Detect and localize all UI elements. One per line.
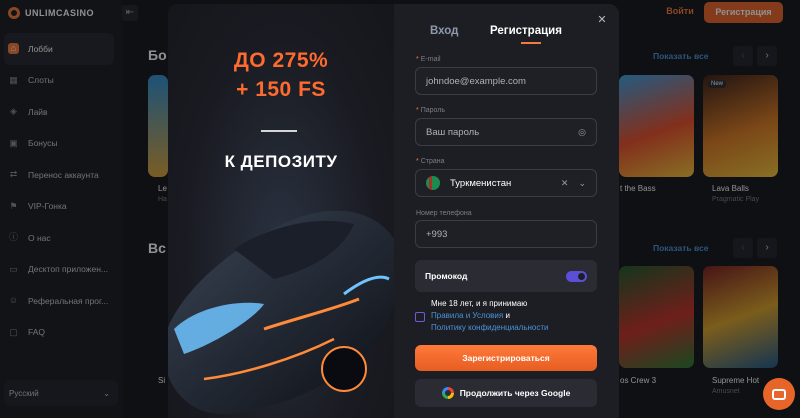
country-value: Туркменистан	[450, 177, 512, 189]
chat-support-button[interactable]	[763, 378, 795, 410]
terms-link[interactable]: Правила и Условия	[431, 311, 503, 320]
phone-label: Номер телефона	[416, 210, 472, 217]
registration-form: Вход Регистрация ✕ * E-mail johndoe@examp…	[394, 4, 619, 418]
registration-modal: ДО 275% + 150 FS К ДЕПОЗИТУ Вход Регистр…	[168, 4, 619, 418]
promo-freespins: + 150 FS	[236, 78, 326, 101]
promocode-label: Промокод	[425, 271, 468, 281]
phone-value: +993	[426, 228, 448, 240]
turkmenistan-flag-icon	[426, 176, 440, 190]
google-icon	[441, 387, 454, 399]
google-signin-button[interactable]: Продолжить через Google	[415, 379, 597, 407]
agreement-and: и	[505, 311, 510, 320]
promo-divider	[261, 130, 297, 132]
promo-deposit: К ДЕПОЗИТУ	[224, 152, 338, 171]
google-button-label: Продолжить через Google	[459, 388, 571, 398]
agreement-checkbox[interactable]	[415, 312, 425, 322]
email-field[interactable]: johndoe@example.com	[415, 67, 597, 95]
promocode-toggle[interactable]	[566, 270, 587, 282]
register-submit-button[interactable]: Зарегистрироваться	[415, 345, 597, 371]
email-placeholder: johndoe@example.com	[426, 75, 526, 87]
sports-car-image	[168, 210, 400, 415]
phone-field[interactable]: +993	[415, 220, 597, 248]
close-icon[interactable]: ✕	[596, 14, 608, 26]
promocode-row[interactable]: Промокод	[415, 260, 597, 292]
chat-icon	[772, 388, 786, 400]
promo-percent: ДО 275%	[233, 49, 329, 72]
agreement-prefix: Мне 18 лет, и я принимаю	[431, 299, 528, 308]
email-label: E-mail	[420, 56, 441, 63]
tab-register[interactable]: Регистрация	[490, 25, 562, 37]
chevron-down-icon[interactable]: ⌄	[578, 178, 586, 189]
tab-login[interactable]: Вход	[430, 25, 458, 37]
country-select[interactable]: Туркменистан ✕ ⌄	[415, 169, 597, 197]
active-tab-indicator	[521, 42, 541, 44]
promo-banner: ДО 275% + 150 FS К ДЕПОЗИТУ	[168, 4, 400, 418]
privacy-link[interactable]: Политику конфиденциальности	[431, 323, 548, 332]
eye-off-icon[interactable]: ◎	[578, 127, 586, 138]
clear-icon[interactable]: ✕	[561, 178, 569, 189]
password-label: Пароль	[420, 107, 446, 114]
country-label: Страна	[420, 158, 445, 165]
password-field[interactable]: Ваш пароль ◎	[415, 118, 597, 146]
password-placeholder: Ваш пароль	[426, 126, 480, 138]
